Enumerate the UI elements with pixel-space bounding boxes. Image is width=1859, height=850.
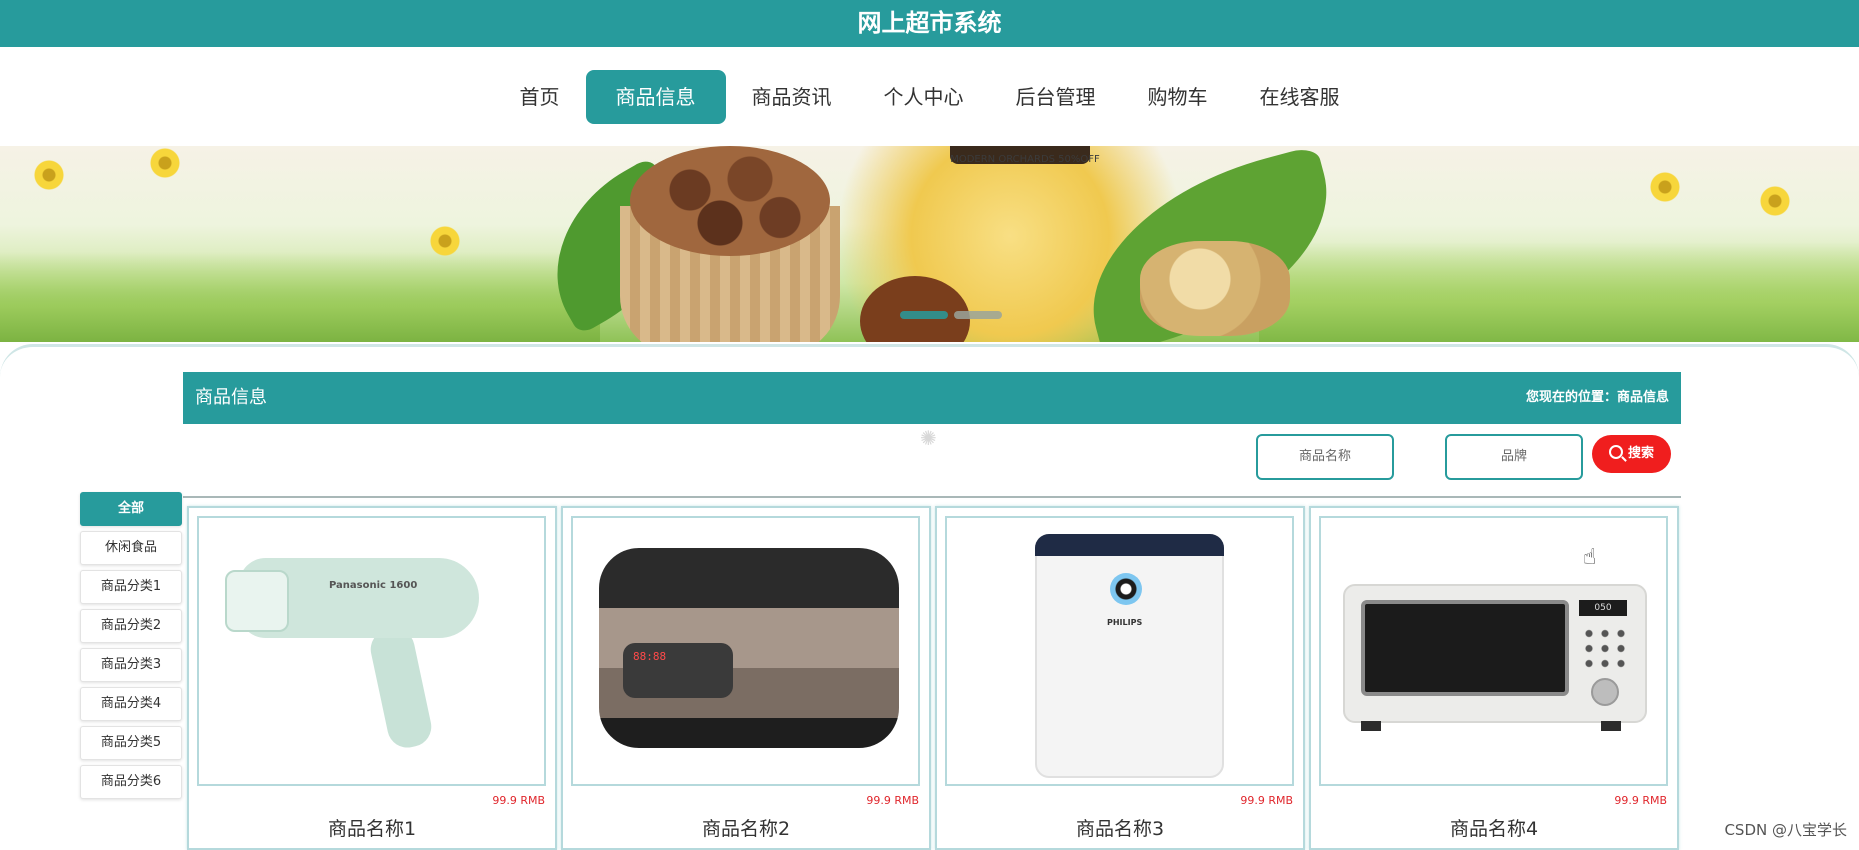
list-divider [183, 496, 1681, 498]
nav-label: 在线客服 [1259, 85, 1340, 109]
category-1[interactable]: 商品分类1 [80, 570, 182, 604]
category-3[interactable]: 商品分类3 [80, 648, 182, 682]
microwave-window [1361, 600, 1569, 696]
nav-item-product-info[interactable]: 商品信息 [585, 70, 726, 124]
product-card[interactable]: 88:88 99.9 RMB 商品名称2 [561, 506, 931, 850]
product-image[interactable]: PHILIPS [945, 516, 1294, 786]
banner-nuts-icon [630, 146, 830, 256]
category-4[interactable]: 商品分类4 [80, 687, 182, 721]
product-image-text: Panasonic 1600 [329, 580, 418, 591]
product-image[interactable]: 050 [1319, 516, 1668, 786]
product-card[interactable]: 050 99.9 RMB 商品名称4 [1309, 506, 1679, 850]
nav-label: 首页 [519, 85, 560, 109]
carousel-dot-1[interactable] [900, 311, 948, 319]
breadcrumb: 您现在的位置：商品信息 [1526, 372, 1669, 424]
air-purifier-sensor [1110, 573, 1142, 605]
nav-item-product-news[interactable]: 商品资讯 [726, 70, 858, 124]
loading-spinner-icon: ✺ [920, 426, 937, 450]
product-price: 99.9 RMB [1614, 794, 1667, 807]
category-label: 商品分类2 [100, 618, 162, 633]
breadcrumb-label: 您现在的位置： [1525, 390, 1617, 405]
product-image[interactable]: 88:88 [571, 516, 920, 786]
product-name[interactable]: 商品名称2 [563, 814, 929, 841]
breadcrumb-current[interactable]: 商品信息 [1617, 390, 1669, 405]
nav-label: 个人中心 [883, 85, 964, 109]
product-grid: Panasonic 1600 99.9 RMB 商品名称1 88:88 99.9… [187, 506, 1681, 850]
nav-item-home[interactable]: 首页 [494, 70, 586, 124]
flower-icon [430, 226, 460, 256]
category-6[interactable]: 商品分类6 [80, 765, 182, 799]
product-image-text: 050 [1579, 600, 1627, 616]
banner-walnut-icon [1140, 241, 1290, 336]
category-label: 商品分类4 [100, 696, 162, 711]
banner-grass-left [0, 252, 600, 342]
air-purifier-top [1035, 534, 1224, 556]
category-all[interactable]: 全部 [80, 492, 182, 526]
hand-cursor-icon: ☝ [1583, 545, 1597, 570]
product-name[interactable]: 商品名称4 [1311, 814, 1677, 841]
product-name[interactable]: 商品名称3 [937, 814, 1303, 841]
nav-label: 购物车 [1147, 85, 1208, 109]
nav-label: 商品资讯 [751, 85, 832, 109]
flower-icon [34, 160, 64, 190]
brand-search-input[interactable]: 品牌 [1445, 434, 1583, 480]
search-button-label: 搜索 [1627, 446, 1654, 461]
air-purifier-icon [1035, 534, 1224, 778]
category-5[interactable]: 商品分类5 [80, 726, 182, 760]
category-2[interactable]: 商品分类2 [80, 609, 182, 643]
nav-item-cart[interactable]: 购物车 [1122, 70, 1234, 124]
category-list: 全部 休闲食品 商品分类1 商品分类2 商品分类3 商品分类4 商品分类5 商品… [80, 492, 182, 804]
nav-item-personal-center[interactable]: 个人中心 [858, 70, 990, 124]
search-icon [1608, 445, 1623, 459]
product-image[interactable]: Panasonic 1600 [197, 516, 546, 786]
flower-icon [1760, 186, 1790, 216]
brand-placeholder: 品牌 [1500, 449, 1527, 464]
section-title: 商品信息 [195, 387, 267, 408]
nav-label: 后台管理 [1015, 85, 1096, 109]
product-name[interactable]: 商品名称1 [189, 814, 555, 841]
category-snacks[interactable]: 休闲食品 [80, 531, 182, 565]
flower-icon [150, 148, 180, 178]
search-button[interactable]: 搜索 [1592, 435, 1671, 473]
hair-dryer-icon [367, 624, 435, 752]
microwave-feet [1361, 721, 1621, 731]
section-header: 商品信息 您现在的位置：商品信息 [183, 372, 1681, 424]
nav-item-admin[interactable]: 后台管理 [990, 70, 1122, 124]
category-label: 商品分类6 [100, 774, 162, 789]
product-price: 99.9 RMB [1240, 794, 1293, 807]
nav-label: 商品信息 [615, 85, 696, 109]
product-card[interactable]: PHILIPS 99.9 RMB 商品名称3 [935, 506, 1305, 850]
carousel-dot-2[interactable] [954, 311, 1002, 319]
app-title-bar: 网上超市系统 [0, 0, 1859, 47]
hair-dryer-nozzle [225, 570, 289, 632]
carousel-indicators [900, 311, 1002, 319]
category-label: 全部 [117, 501, 144, 516]
category-label: 商品分类5 [100, 735, 162, 750]
product-price: 99.9 RMB [866, 794, 919, 807]
product-name-search-input[interactable]: 商品名称 [1256, 434, 1394, 480]
watermark: CSDN @八宝学长 [1724, 821, 1847, 839]
product-price: 99.9 RMB [492, 794, 545, 807]
rice-cooker-display: 88:88 [633, 650, 667, 663]
product-card[interactable]: Panasonic 1600 99.9 RMB 商品名称1 [187, 506, 557, 850]
category-label: 休闲食品 [104, 540, 157, 555]
product-name-placeholder: 商品名称 [1298, 449, 1351, 464]
microwave-knob [1591, 678, 1619, 706]
category-label: 商品分类3 [100, 657, 162, 672]
product-image-text: PHILIPS [1107, 618, 1143, 627]
banner-grass-right [1259, 242, 1859, 342]
category-label: 商品分类1 [100, 579, 162, 594]
banner-slogan: MODERN ORCHARDS 50%OFF [950, 154, 1100, 165]
microwave-buttons [1581, 626, 1627, 670]
flower-icon [1650, 172, 1680, 202]
app-title: 网上超市系统 [857, 9, 1002, 37]
main-nav: 首页 商品信息 商品资讯 个人中心 后台管理 购物车 在线客服 [0, 47, 1859, 145]
nav-item-support[interactable]: 在线客服 [1234, 70, 1366, 124]
